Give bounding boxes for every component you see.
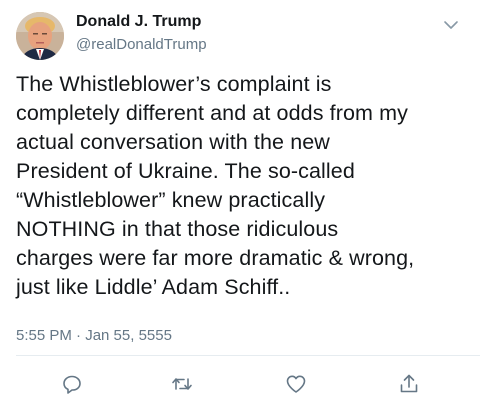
retweet-button[interactable] — [170, 372, 194, 396]
share-icon — [400, 374, 418, 393]
tweet-card: Donald J. Trump @realDonaldTrump The Whi… — [0, 0, 480, 410]
tweet-text: The Whistleblower’s complaint is complet… — [16, 72, 415, 299]
reply-button[interactable] — [60, 372, 84, 396]
share-button[interactable] — [397, 372, 421, 396]
avatar-image — [16, 12, 64, 60]
user-handle[interactable]: @realDonaldTrump — [76, 36, 207, 53]
heart-icon — [286, 375, 306, 393]
like-button[interactable] — [284, 372, 308, 396]
avatar[interactable] — [16, 12, 64, 60]
reply-icon — [63, 375, 81, 394]
divider — [16, 355, 480, 356]
retweet-icon — [172, 378, 192, 390]
timestamp[interactable]: 5:55 PM · Jan 55, 5555 — [16, 327, 172, 344]
chevron-down-icon[interactable] — [442, 16, 460, 34]
display-name[interactable]: Donald J. Trump — [76, 13, 201, 31]
